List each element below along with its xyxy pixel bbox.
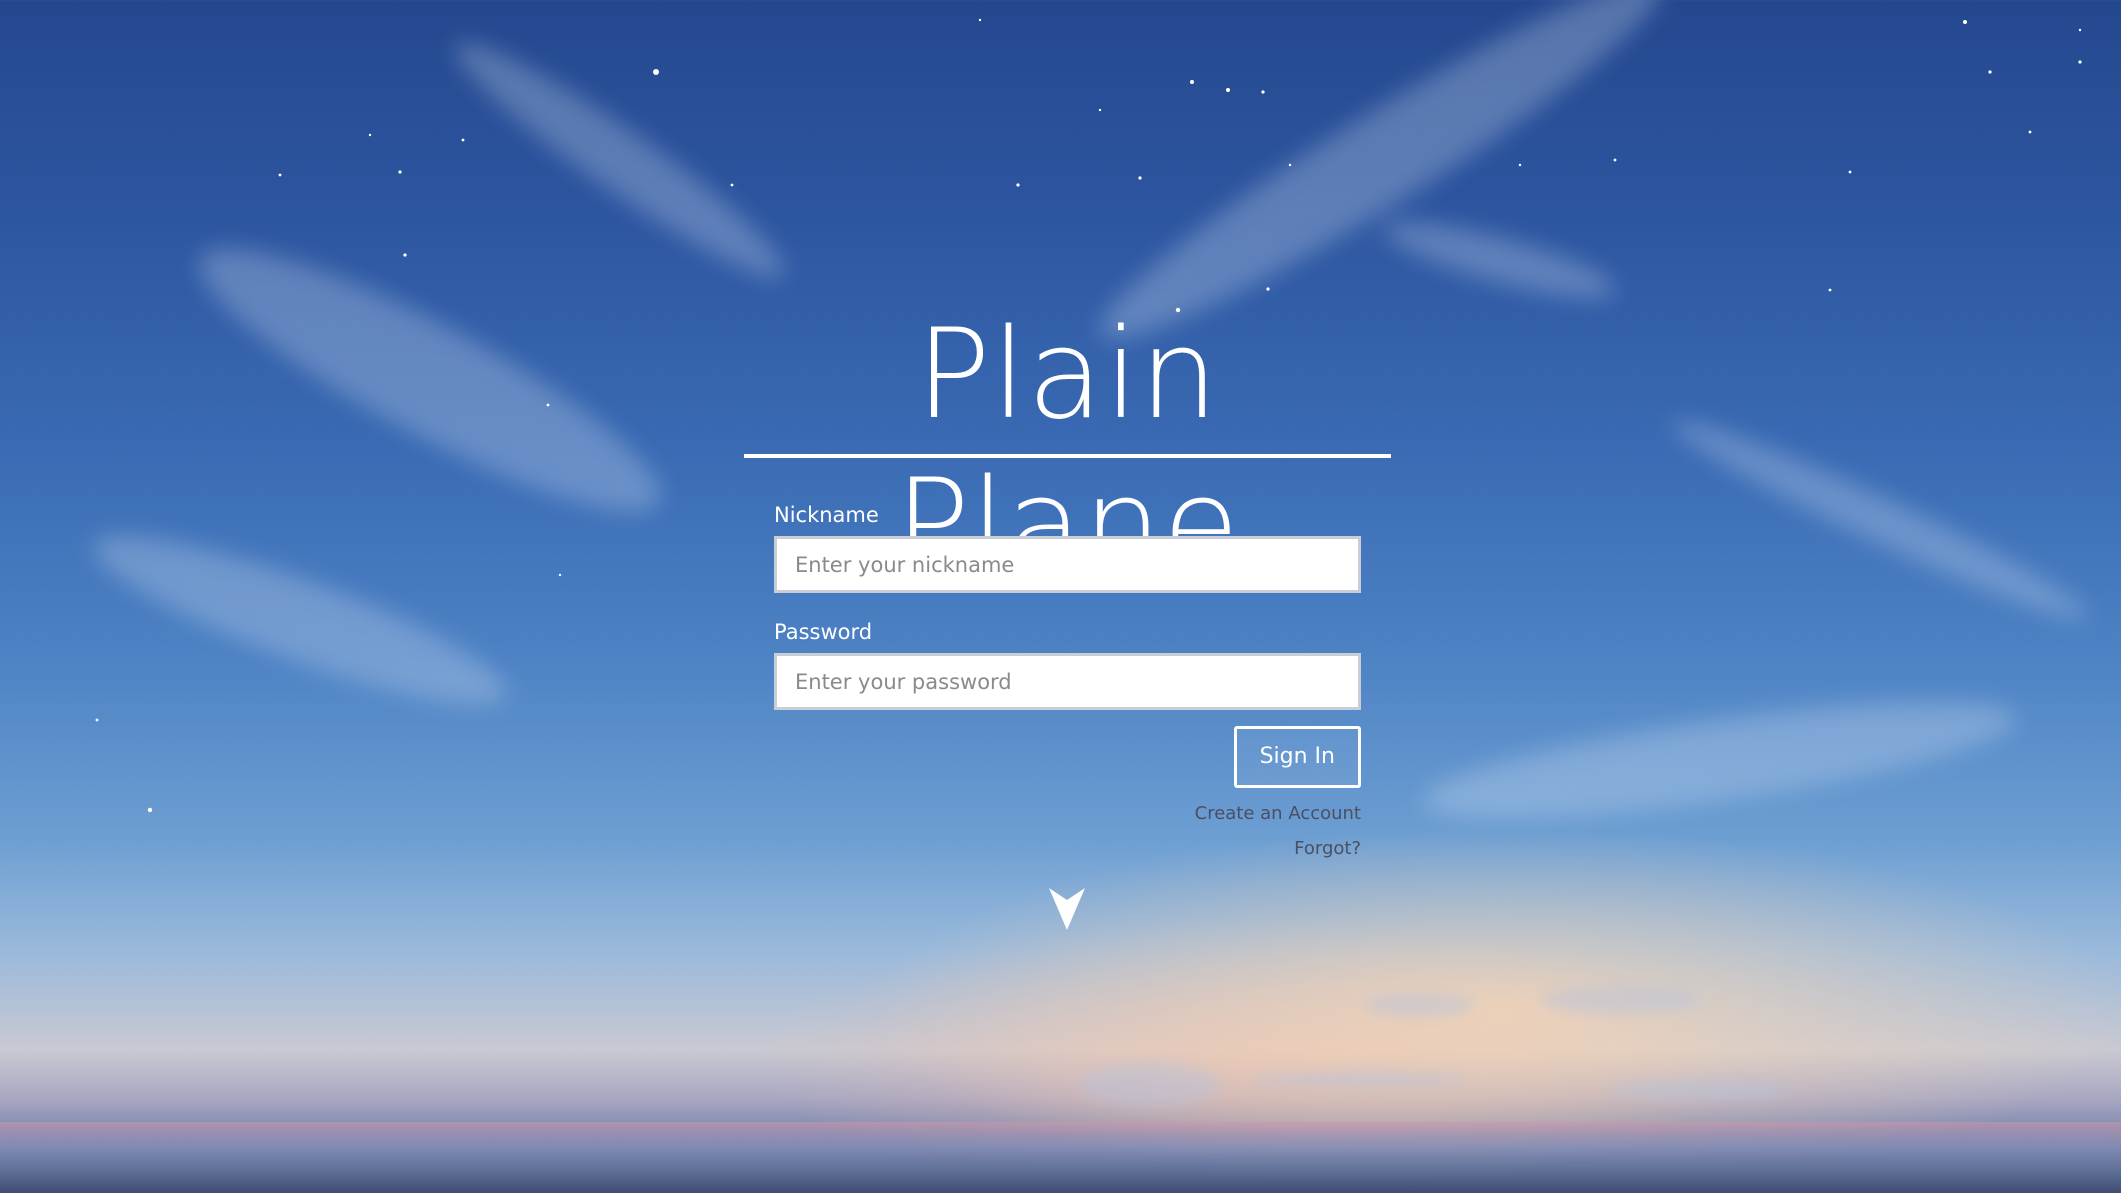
login-panel: Plain Plane Nickname Password Sign In Cr…	[744, 300, 1391, 859]
create-account-link[interactable]: Create an Account	[774, 796, 1361, 831]
forgot-password-link[interactable]: Forgot?	[774, 831, 1361, 866]
horizon-clouds	[1080, 986, 1790, 1107]
app-title: Plain Plane	[894, 303, 1241, 597]
nickname-label: Nickname	[774, 503, 879, 527]
ocean-horizon	[0, 1122, 2121, 1193]
form-actions: Sign In Create an Account Forgot?	[774, 726, 1361, 866]
paper-plane-arrow-shape	[1049, 888, 1085, 930]
password-input[interactable]	[774, 653, 1361, 710]
sign-in-button[interactable]: Sign In	[1233, 726, 1361, 788]
paper-plane-arrow-icon[interactable]	[1049, 888, 1085, 930]
nickname-input[interactable]	[774, 536, 1361, 593]
login-form: Nickname Password Sign In Create an Acco…	[774, 502, 1361, 866]
password-label: Password	[774, 620, 873, 644]
